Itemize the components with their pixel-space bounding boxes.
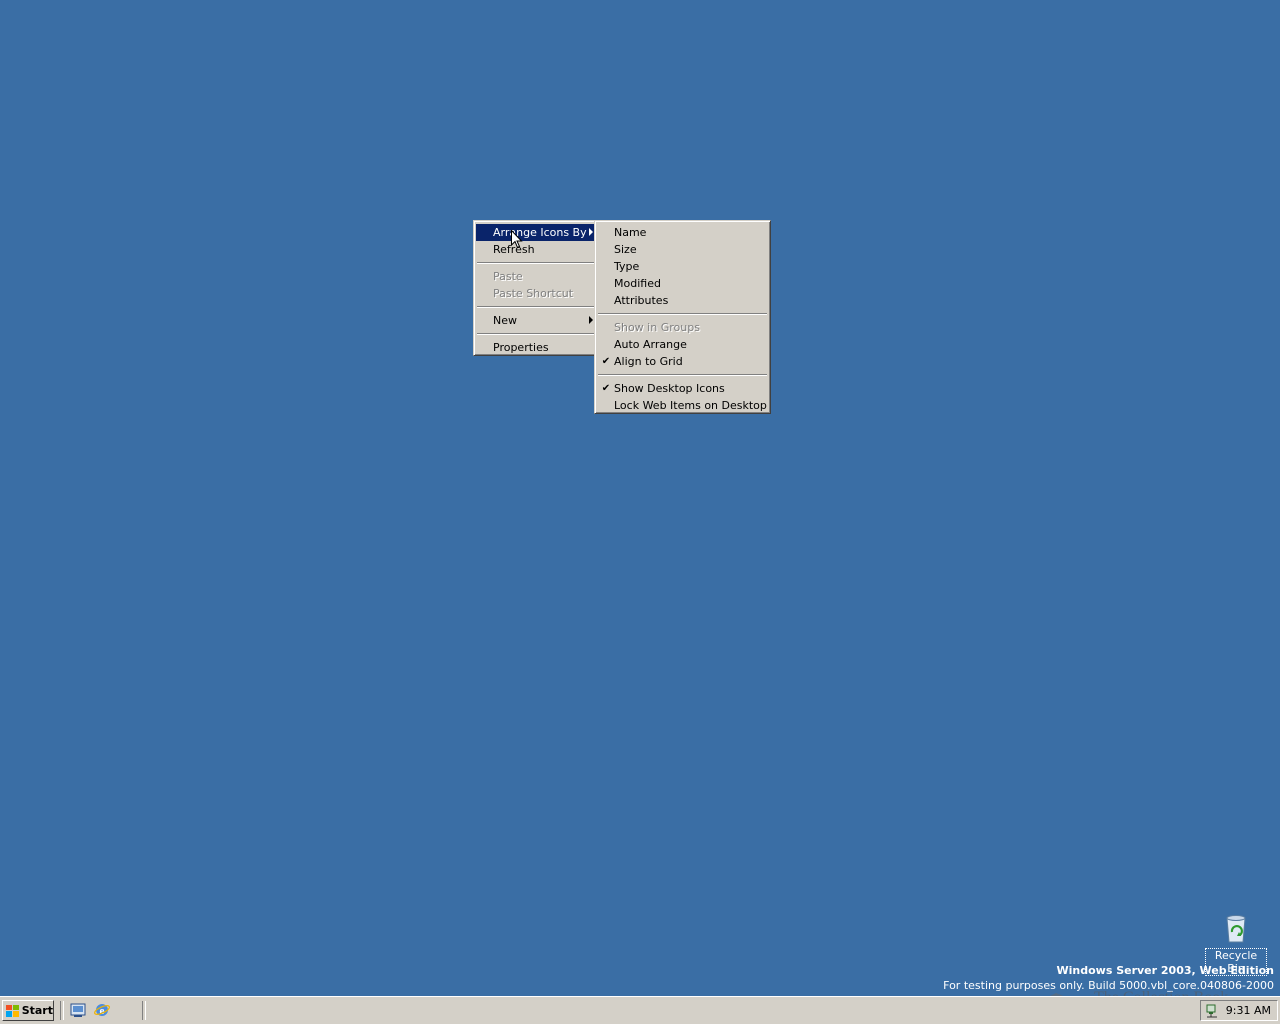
submenu-item-align-to-grid[interactable]: ✔ Align to Grid xyxy=(597,353,768,370)
menu-separator xyxy=(598,374,767,376)
taskbar-divider xyxy=(60,1001,64,1020)
recycle-bin-icon xyxy=(1226,915,1246,943)
network-tray-icon[interactable] xyxy=(1205,1004,1219,1018)
menu-separator xyxy=(477,333,596,335)
submenu-item-lock-web-items[interactable]: Lock Web Items on Desktop xyxy=(597,397,768,414)
submenu-item-name[interactable]: Name xyxy=(597,224,768,241)
checkmark-icon: ✔ xyxy=(601,383,611,394)
submenu-arrow-icon xyxy=(589,316,593,324)
menu-separator xyxy=(477,306,596,308)
menu-item-paste-shortcut: Paste Shortcut xyxy=(493,287,574,300)
submenu-item-show-in-groups: Show in Groups xyxy=(614,321,700,334)
mouse-pointer-icon xyxy=(511,230,523,249)
submenu-item-show-desktop-icons[interactable]: ✔ Show Desktop Icons xyxy=(597,380,768,397)
system-tray: 9:31 AM xyxy=(1200,1000,1278,1021)
menu-item-refresh[interactable]: Refresh xyxy=(476,241,597,258)
internet-explorer-icon[interactable]: e xyxy=(94,1002,110,1018)
submenu-item-modified[interactable]: Modified xyxy=(597,275,768,292)
show-desktop-icon[interactable] xyxy=(70,1002,86,1018)
arrange-icons-submenu: Name Size Type Modified Attributes Show … xyxy=(594,220,771,414)
windows-flag-icon xyxy=(6,1004,19,1017)
start-button[interactable]: Start xyxy=(2,1000,54,1021)
submenu-arrow-icon xyxy=(589,228,593,236)
checkmark-icon: ✔ xyxy=(601,356,611,367)
clock[interactable]: 9:31 AM xyxy=(1226,1004,1271,1017)
submenu-item-attributes[interactable]: Attributes xyxy=(597,292,768,309)
taskbar: Start e 9:31 AM xyxy=(0,996,1280,1024)
menu-item-properties[interactable]: Properties xyxy=(476,339,597,356)
submenu-item-size[interactable]: Size xyxy=(597,241,768,258)
menu-item-arrange-icons-by[interactable]: Arrange Icons By xyxy=(476,224,597,241)
submenu-item-type[interactable]: Type xyxy=(597,258,768,275)
desktop-context-menu: Arrange Icons By Refresh Paste Paste Sho… xyxy=(473,220,600,356)
menu-separator xyxy=(598,313,767,315)
menu-separator xyxy=(477,262,596,264)
submenu-item-auto-arrange[interactable]: Auto Arrange xyxy=(597,336,768,353)
taskbar-divider xyxy=(142,1001,146,1020)
menu-item-new[interactable]: New xyxy=(476,312,597,329)
menu-item-paste: Paste xyxy=(493,270,523,283)
